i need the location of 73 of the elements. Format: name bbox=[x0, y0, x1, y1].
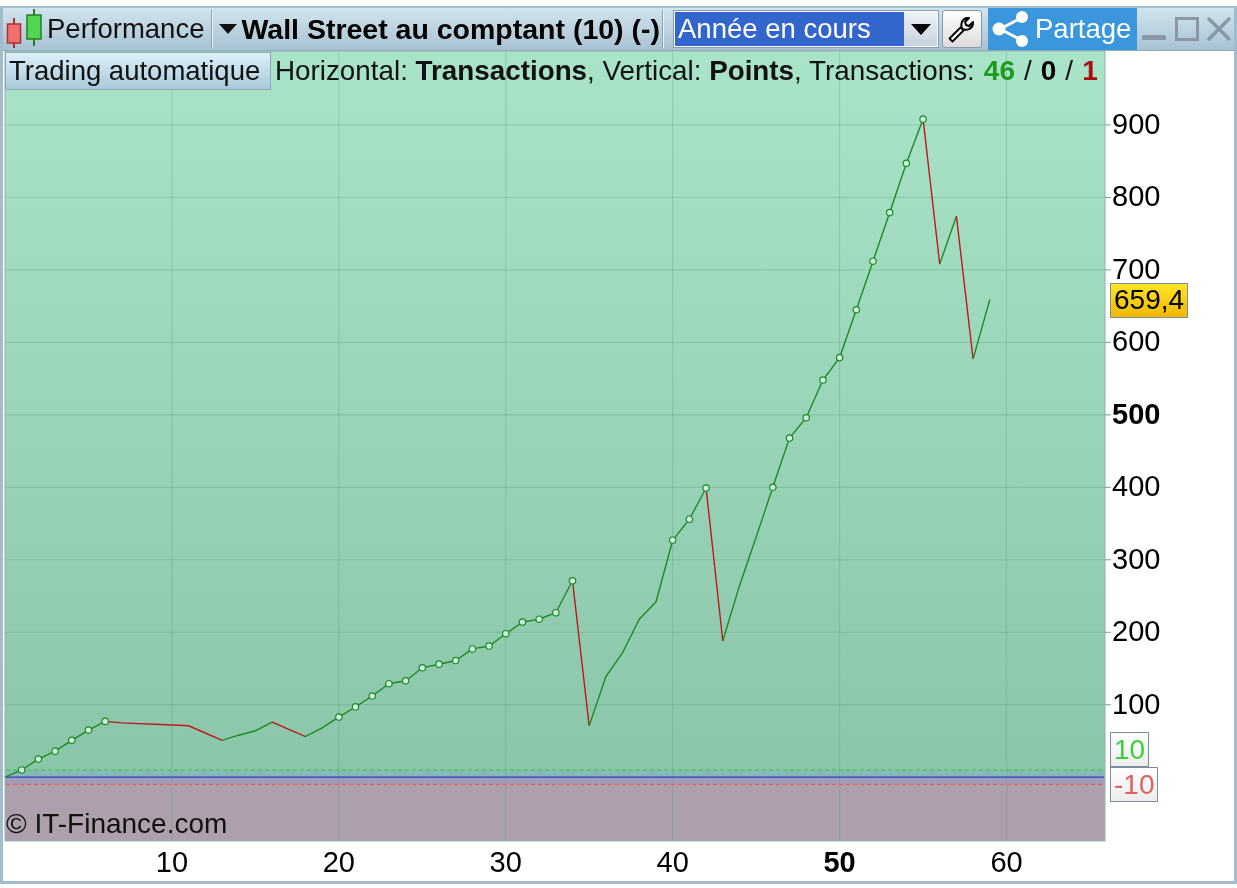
count-separator: / bbox=[1024, 55, 1032, 87]
level-badge: 10 bbox=[1110, 732, 1150, 768]
high-marker bbox=[819, 376, 827, 384]
high-marker bbox=[468, 645, 477, 653]
high-marker bbox=[835, 353, 844, 362]
candlestick-icon bbox=[5, 9, 45, 49]
high-marker bbox=[84, 726, 93, 734]
high-marker bbox=[101, 717, 109, 726]
last-value-badge: 659,4 bbox=[1110, 282, 1189, 318]
high-marker bbox=[67, 736, 76, 745]
high-marker bbox=[335, 713, 343, 721]
period-dropdown[interactable]: Année en cours bbox=[673, 10, 939, 48]
high-marker bbox=[869, 257, 877, 265]
high-marker bbox=[685, 515, 694, 523]
trade-count: 46 bbox=[983, 55, 1015, 87]
maximize-button[interactable] bbox=[1175, 17, 1199, 41]
high-marker bbox=[34, 755, 43, 763]
high-marker bbox=[385, 679, 393, 688]
high-marker bbox=[769, 483, 777, 492]
trade-count: 0 bbox=[1040, 55, 1057, 87]
app-title: Performance bbox=[47, 13, 205, 45]
close-icon bbox=[1207, 17, 1231, 41]
high-marker bbox=[535, 615, 543, 623]
minimize-icon bbox=[1142, 35, 1166, 41]
count-separator: / bbox=[1065, 55, 1074, 87]
caret-icon bbox=[219, 24, 238, 34]
y-axis-label: 600 bbox=[1112, 325, 1161, 359]
high-marker bbox=[418, 664, 427, 672]
x-axis-label: 10 bbox=[155, 846, 189, 879]
x-axis-label: 40 bbox=[656, 846, 689, 879]
mode-button[interactable]: Trading automatique bbox=[5, 52, 271, 90]
settings-button[interactable] bbox=[942, 10, 982, 48]
y-axis-label: 500 bbox=[1112, 397, 1161, 431]
high-marker bbox=[885, 208, 894, 217]
y-axis-label: 900 bbox=[1112, 107, 1161, 141]
high-marker bbox=[902, 159, 911, 168]
y-axis-label: 800 bbox=[1112, 180, 1161, 214]
high-marker bbox=[51, 747, 59, 755]
x-axis-label: 20 bbox=[322, 846, 355, 879]
high-marker bbox=[351, 703, 360, 711]
high-marker bbox=[668, 536, 677, 544]
high-marker bbox=[518, 618, 527, 626]
chart-summary: Horizontal: Transactions, Vertical: Points, Transactions: bbox=[275, 55, 975, 87]
high-marker bbox=[17, 766, 26, 774]
y-axis-label: 400 bbox=[1112, 470, 1161, 504]
high-marker bbox=[368, 692, 377, 700]
high-marker bbox=[785, 434, 794, 442]
high-marker bbox=[802, 413, 810, 422]
high-marker bbox=[552, 608, 560, 617]
x-axis-label: 60 bbox=[990, 846, 1023, 879]
y-axis-label: 200 bbox=[1112, 615, 1161, 649]
high-marker bbox=[451, 656, 460, 665]
high-marker bbox=[919, 115, 927, 123]
high-marker bbox=[501, 629, 510, 638]
x-axis-label: 30 bbox=[489, 846, 522, 879]
high-marker bbox=[852, 305, 861, 314]
level-badge: -10 bbox=[1110, 767, 1159, 803]
high-marker bbox=[435, 660, 443, 668]
copyright-text: © IT-Finance.com bbox=[6, 808, 228, 840]
high-marker bbox=[702, 484, 710, 492]
dropdown-caret-icon bbox=[904, 12, 937, 46]
x-axis-label: 50 bbox=[823, 846, 856, 879]
high-marker bbox=[568, 577, 577, 585]
trade-count: 1 bbox=[1082, 55, 1098, 87]
close-button[interactable] bbox=[1207, 17, 1231, 41]
high-marker bbox=[401, 677, 410, 685]
y-axis-label: 300 bbox=[1112, 542, 1161, 576]
maximize-icon bbox=[1175, 17, 1199, 41]
wrench-icon bbox=[947, 14, 977, 44]
instrument-button[interactable]: Wall Street au comptant (10) (-) bbox=[219, 12, 660, 46]
high-marker bbox=[485, 642, 493, 650]
share-icon bbox=[992, 10, 1030, 48]
y-axis-label: 100 bbox=[1112, 687, 1161, 721]
